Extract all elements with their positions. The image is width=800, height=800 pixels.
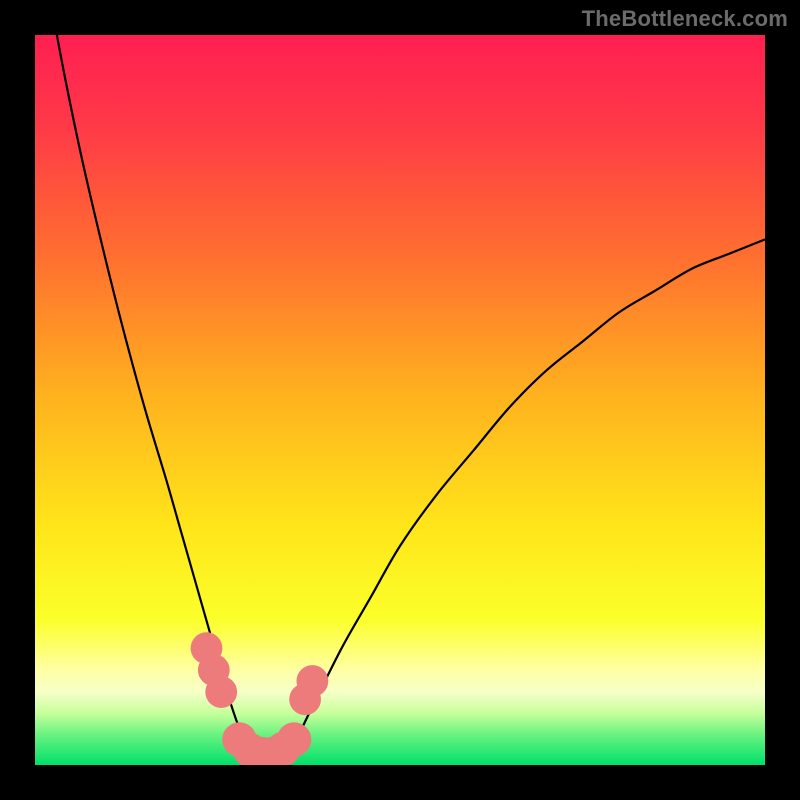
watermark-text: TheBottleneck.com (582, 6, 788, 32)
data-marker (297, 665, 329, 697)
data-marker (205, 676, 237, 708)
data-marker (277, 722, 311, 756)
